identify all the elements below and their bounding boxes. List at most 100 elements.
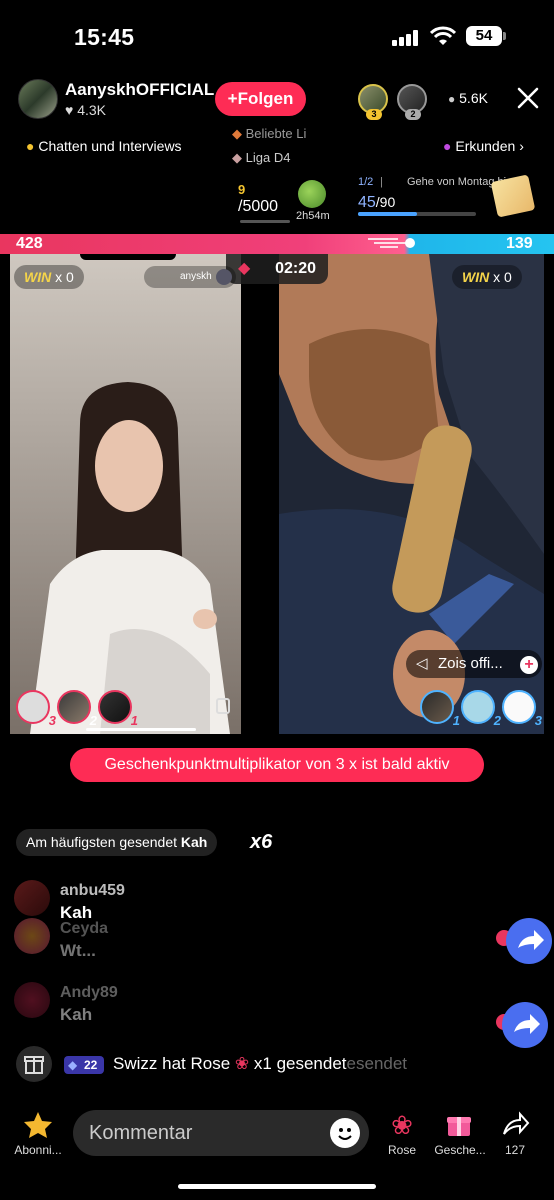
wifi-icon <box>430 26 456 45</box>
trophy-icon: ◆ <box>232 126 242 141</box>
rank-number: 1 <box>452 713 460 728</box>
host-name[interactable]: AanyskhOFFICIAL <box>65 80 214 100</box>
dinosaur-icon[interactable] <box>298 180 326 208</box>
ticker-label: Liga D4 <box>245 150 291 165</box>
comment-input[interactable]: Kommentar <box>73 1110 369 1156</box>
goal-current: 9 <box>238 182 246 197</box>
emoji-icon[interactable] <box>330 1118 360 1148</box>
battle-timer: ◆ 02:20 <box>226 254 328 284</box>
streamer-left-illustration <box>10 254 241 734</box>
score-left: 428 <box>16 235 43 252</box>
gift-icon[interactable] <box>445 1110 473 1138</box>
left-win-count: x 0 <box>55 269 74 285</box>
quick-share-button[interactable] <box>502 1002 548 1048</box>
speaker-muted-icon: ◁ <box>416 655 428 672</box>
opponent-avatar <box>216 269 232 285</box>
left-contributor-2[interactable]: 2 <box>57 690 97 728</box>
right-contributor-2[interactable]: 2 <box>461 690 501 728</box>
gifts-label[interactable]: Gesche... <box>430 1143 490 1157</box>
top-sender-prefix: Am häufigsten gesendet <box>26 834 177 850</box>
ticker-item: ◆ Beliebte Li <box>232 126 306 142</box>
gift-history-button[interactable] <box>16 1046 52 1082</box>
gift-event-text: Swizz hat Rose ❀ x1 gesendetesendet <box>113 1054 407 1074</box>
task-value: 45/90 <box>358 194 395 212</box>
comment-placeholder: Kommentar <box>89 1122 193 1144</box>
document-icon[interactable] <box>216 698 230 714</box>
treasure-box-icon[interactable] <box>490 174 536 218</box>
avatar <box>420 690 454 724</box>
close-icon[interactable] <box>516 86 540 110</box>
planet-icon: ● <box>443 138 452 154</box>
left-contributor-1[interactable]: 1 <box>98 690 138 728</box>
task-fraction: 1/2 <box>358 176 374 188</box>
host-likes-count: 4.3K <box>77 102 107 118</box>
share-count[interactable]: 127 <box>500 1143 530 1157</box>
viewer-count[interactable]: ● 5.6K <box>448 90 488 106</box>
topic-chip[interactable]: ● Chatten und Interviews <box>26 138 182 154</box>
heart-icon: ♥ <box>65 102 74 118</box>
task-value-total: /90 <box>375 194 396 210</box>
gift-event-main: Swizz hat Rose <box>113 1054 231 1073</box>
follow-button[interactable]: +Folgen <box>215 82 306 116</box>
avatar <box>14 880 50 916</box>
rose-icon: ❀ <box>234 1054 250 1073</box>
chevron-right-icon: › <box>519 138 524 154</box>
top-sender-chip[interactable]: Am häufigsten gesendet Kah <box>16 829 218 856</box>
signal-icon <box>392 30 420 46</box>
top-viewer-2[interactable]: 2 <box>397 84 427 120</box>
right-win-chip: WIN x 0 <box>452 265 522 289</box>
right-contributor-3[interactable]: 3 <box>502 690 542 728</box>
goal-target: /5000 <box>238 198 279 215</box>
chat-username: Ceyda <box>60 920 109 937</box>
add-icon[interactable]: + <box>520 656 538 674</box>
left-win-chip: WIN x 0 <box>14 265 84 289</box>
chat-fade-overlay <box>14 870 314 1030</box>
score-spark-icon <box>368 236 416 250</box>
top-viewer-1[interactable]: 3 <box>358 84 388 120</box>
ticker-item: ◆ Liga D4 <box>232 150 290 166</box>
explore-link[interactable]: ● Erkunden › <box>443 138 524 154</box>
subscribe-label[interactable]: Abonni... <box>10 1143 66 1157</box>
rose-gift-icon[interactable]: ❀ <box>388 1110 416 1140</box>
top-sender-name: Kah <box>180 834 208 850</box>
battle-score-bar <box>0 234 554 254</box>
diamond-icon: ◆ <box>68 1058 78 1072</box>
rank-number: 3 <box>48 713 56 728</box>
home-indicator[interactable] <box>178 1184 376 1189</box>
left-win-label: WIN <box>24 269 52 285</box>
left-top-notch <box>80 254 176 260</box>
share-arrow-icon <box>514 1014 540 1034</box>
score-right: 139 <box>506 235 533 252</box>
avatar <box>14 918 50 954</box>
task-progress-fill <box>358 212 417 216</box>
person-icon: ● <box>448 92 456 106</box>
share-icon[interactable] <box>500 1110 530 1138</box>
share-arrow-icon <box>518 930 544 950</box>
host-avatar[interactable] <box>18 79 58 119</box>
left-contributor-3[interactable]: 3 <box>16 690 56 728</box>
quick-share-button[interactable] <box>506 918 552 964</box>
explore-label: Erkunden <box>455 138 516 154</box>
ticker-label: Beliebte Li <box>245 126 307 141</box>
left-stream-video[interactable] <box>10 254 241 734</box>
chat-bubble-icon: ● <box>26 138 35 154</box>
mute-label: Zois offi... <box>438 655 503 672</box>
status-time: 15:45 <box>74 24 135 50</box>
host-likes: ♥ 4.3K <box>65 102 106 118</box>
right-contributor-1[interactable]: 1 <box>420 690 460 728</box>
subscribe-star-icon[interactable] <box>20 1110 56 1140</box>
multiplier-banner[interactable]: Geschenkpunktmultiplikator von 3 x ist b… <box>70 748 484 782</box>
opponent-label: anyskh <box>180 271 212 282</box>
rank-number: 1 <box>130 713 138 728</box>
opponent-chip[interactable]: anyskh <box>144 266 236 288</box>
top-sender-times: x6 <box>250 831 273 853</box>
topic-label: Chatten und Interviews <box>38 138 182 154</box>
goal-timer: 2h54m <box>296 210 330 222</box>
rose-label[interactable]: Rose <box>382 1143 422 1157</box>
avatar <box>57 690 91 724</box>
level-value: 22 <box>84 1058 98 1072</box>
gift-event-suffix: x1 gesendet <box>253 1054 347 1073</box>
chat-username: anbu459 <box>60 882 125 899</box>
avatar <box>461 690 495 724</box>
boxing-glove-icon: ◆ <box>238 260 251 277</box>
